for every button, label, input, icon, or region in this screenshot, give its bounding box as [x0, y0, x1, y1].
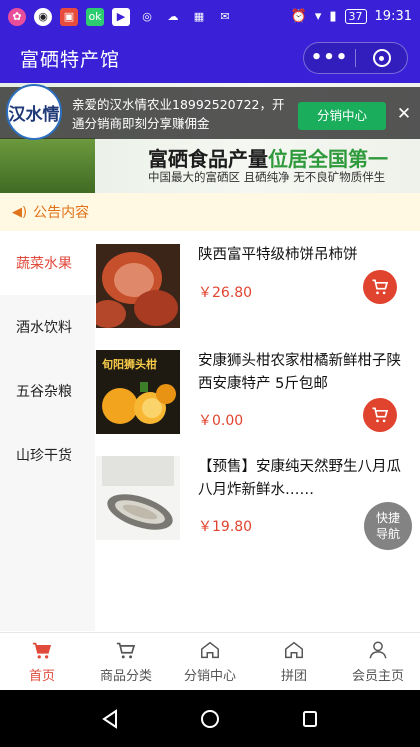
system-navigation-bar: [0, 690, 420, 747]
home-icon: [285, 641, 303, 659]
target-icon: [372, 49, 391, 67]
alarm-icon: ⏰: [290, 9, 307, 24]
cart-icon: [116, 642, 136, 659]
battery-indicator: 37: [344, 9, 367, 24]
signal-icon: ▮: [329, 9, 337, 24]
announcement-label: 公告内容: [33, 205, 90, 221]
ok-app-icon: ok: [86, 7, 104, 26]
cart-icon: [372, 279, 389, 295]
bottom-tab-bar: 首页 商品分类 分销中心 拼团 会员主页: [0, 632, 420, 690]
tab-distribution-center[interactable]: 分销中心: [168, 633, 252, 690]
video-icon: ▶: [112, 7, 130, 26]
distribution-promo: 汉水情 亲爱的汉水情农业18992520722，开通分销商即刻分享赚佣金 分销中…: [0, 84, 420, 140]
product-name[interactable]: 安康狮头柑农家柑橘新鲜柑子陕西安康特产 5斤包邮: [198, 350, 410, 396]
tab-home[interactable]: 首页: [0, 633, 84, 690]
cart-home-icon: [32, 642, 52, 659]
recent-apps-icon[interactable]: [298, 707, 322, 731]
speaker-icon: ◀): [12, 204, 28, 220]
clock: 19:31: [374, 9, 412, 24]
brand-logo: 汉水情: [6, 84, 62, 140]
promo-text: 亲爱的汉水情农业18992520722，开通分销商即刻分享赚佣金: [72, 97, 285, 131]
product-image-caption: 旬阳狮头柑: [102, 358, 157, 371]
product-image-lion-head-orange[interactable]: 旬阳狮头柑: [96, 350, 180, 434]
distribution-center-button[interactable]: 分销中心: [298, 102, 386, 130]
tab-member-home[interactable]: 会员主页: [336, 633, 420, 690]
product-card[interactable]: 旬阳狮头柑 安康狮头柑农家柑橘新鲜柑子陕西安康特产 5斤包邮 ￥0.00: [95, 340, 420, 444]
cart-icon: [372, 407, 389, 423]
notification-icon: ✿: [8, 7, 26, 26]
tab-group-buy[interactable]: 拼团: [252, 633, 336, 690]
category-item-grains[interactable]: 五谷杂粮: [0, 359, 95, 423]
product-price: ￥0.00: [198, 413, 244, 429]
close-icon[interactable]: ✕: [394, 104, 414, 124]
miniapp-capsule: •••: [303, 42, 408, 74]
home-icon: [201, 641, 219, 659]
category-sidebar: 蔬菜水果 酒水饮料 五谷杂粮 山珍干货: [0, 231, 95, 631]
tab-categories[interactable]: 商品分类: [84, 633, 168, 690]
banner-subline: 中国最大的富硒区 且硒纯净 无不良矿物质伴生: [148, 170, 386, 184]
app-header: 富硒特产馆 •••: [0, 33, 420, 83]
product-price: ￥19.80: [198, 519, 253, 535]
image-icon: ▣: [60, 7, 78, 26]
user-icon: [369, 641, 387, 659]
quick-navigation-button[interactable]: 快捷 导航: [364, 502, 412, 550]
back-icon[interactable]: [98, 707, 122, 731]
product-price: ￥26.80: [198, 285, 253, 301]
product-name[interactable]: 【预售】安康纯天然野生八月瓜八月炸新鲜水……: [198, 456, 410, 502]
banner-headline: 富硒食品产量位居全国第一: [148, 147, 388, 171]
product-name[interactable]: 陕西富平特级柿饼吊柿饼: [198, 244, 410, 267]
product-card[interactable]: 陕西富平特级柿饼吊柿饼 ￥26.80: [95, 234, 420, 338]
announcement-bar[interactable]: ◀) 公告内容: [0, 193, 420, 231]
cloud-icon: ☁: [167, 10, 179, 23]
add-to-cart-button[interactable]: [363, 398, 397, 432]
wifi-icon: ▾: [314, 9, 322, 24]
more-button[interactable]: •••: [304, 43, 355, 73]
category-item-vegetables-fruits[interactable]: 蔬菜水果: [0, 231, 95, 295]
mail-icon: ✉: [220, 10, 230, 23]
image-gallery-icon: ▦: [193, 10, 205, 23]
category-item-dried-goods[interactable]: 山珍干货: [0, 423, 95, 487]
page-title: 富硒特产馆: [20, 48, 121, 71]
banner-field-image: [0, 138, 95, 193]
category-item-drinks[interactable]: 酒水饮料: [0, 295, 95, 359]
home-circle-icon[interactable]: [198, 707, 222, 731]
add-to-cart-button[interactable]: [363, 270, 397, 304]
qq-icon: ◉: [34, 7, 52, 26]
weibo-icon: ◎: [142, 10, 152, 23]
status-bar: ✿ ◉ ▣ ok ▶ ◎ ☁ ▦ ✉ ⏰ ▾ ▮ 37 19:31: [0, 0, 420, 33]
product-image-akebia-fruit[interactable]: [96, 456, 180, 540]
close-miniapp-button[interactable]: [356, 49, 407, 67]
product-image-dried-persimmon[interactable]: [96, 244, 180, 328]
